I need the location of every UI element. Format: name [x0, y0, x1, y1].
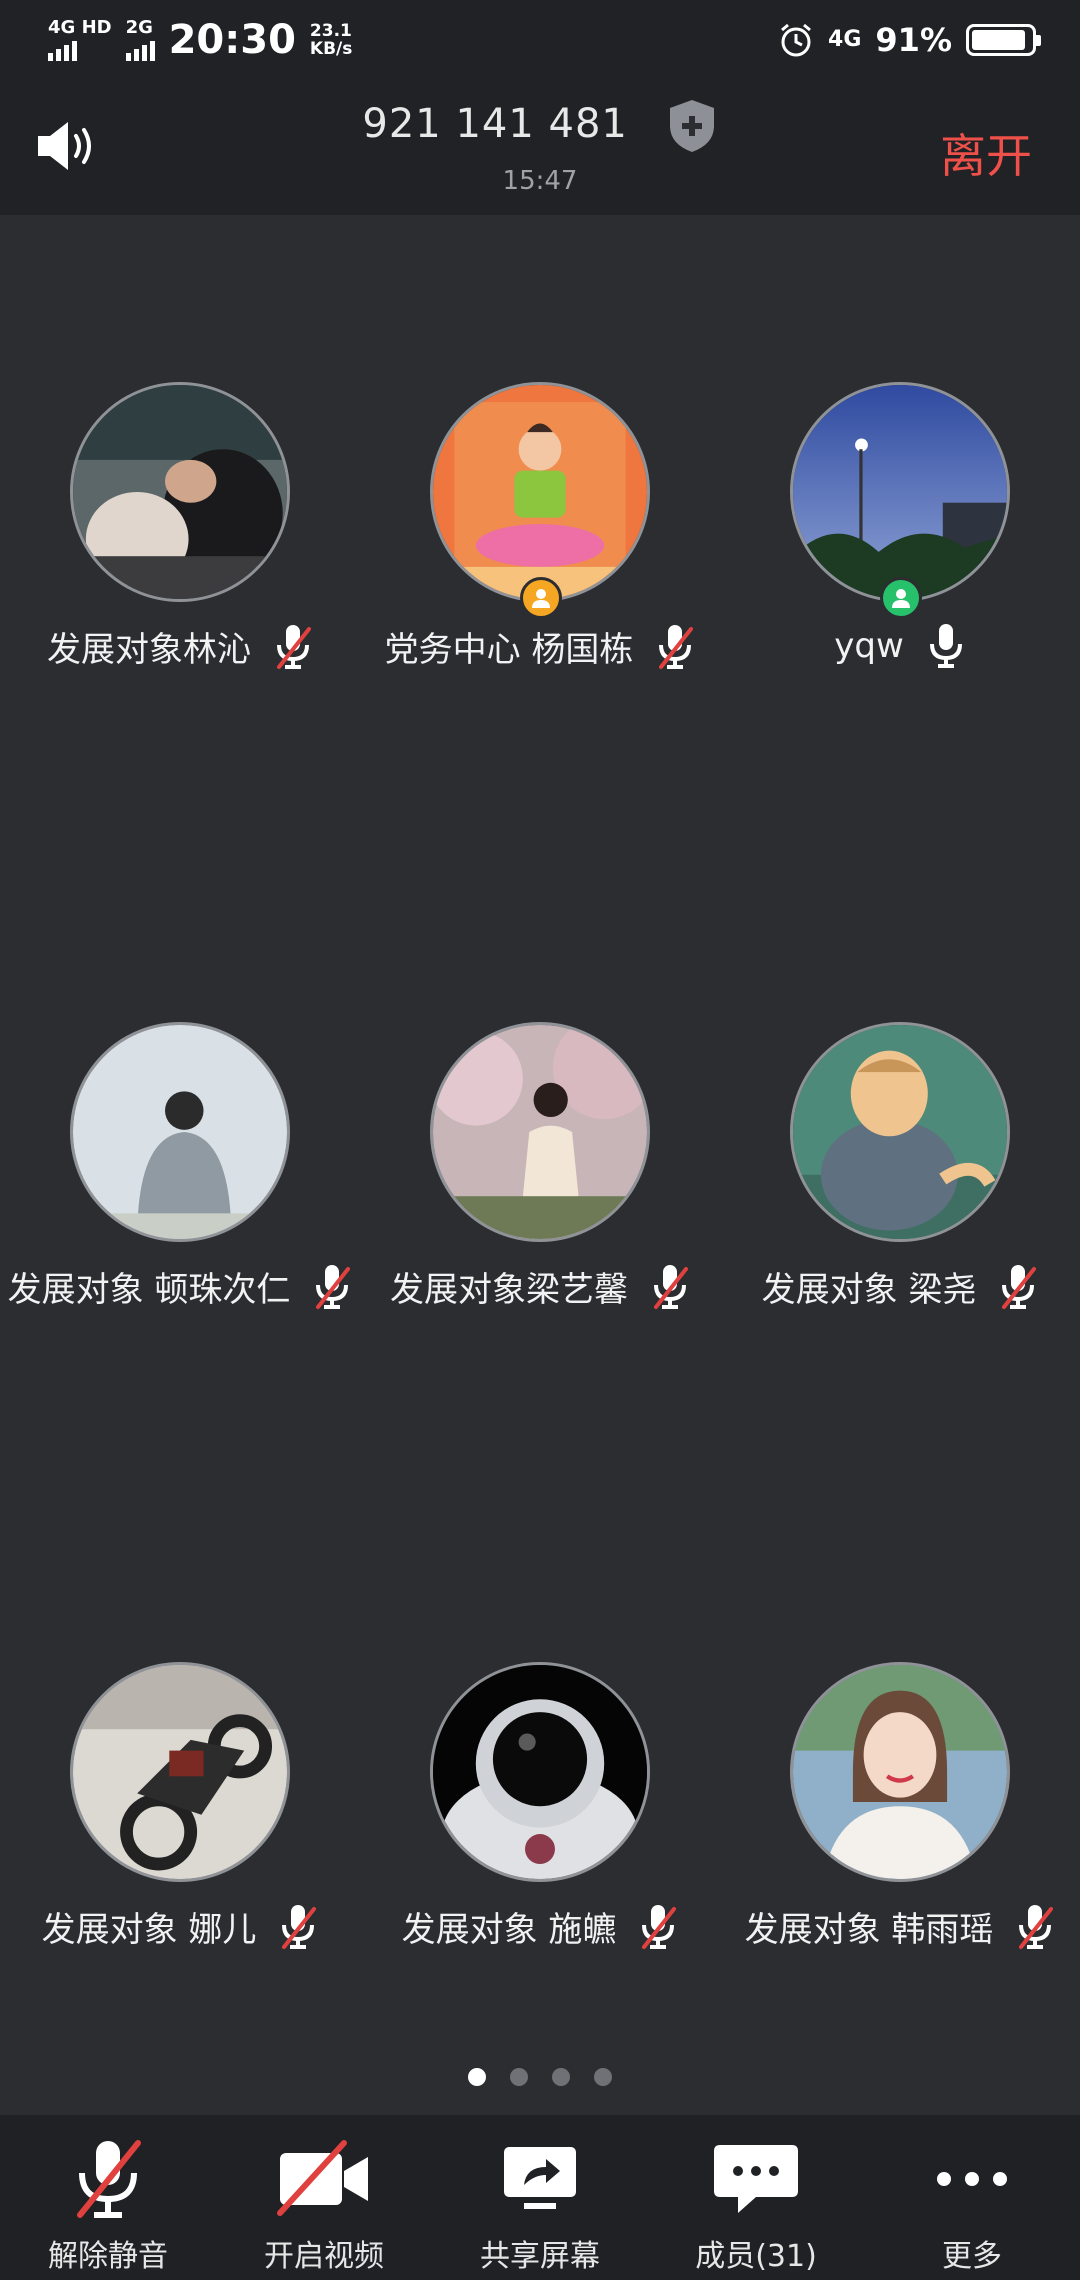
network-label: 2G	[125, 17, 153, 38]
network-speed: 23.1 KB/s	[310, 22, 352, 58]
participant-tile[interactable]: 发展对象 韩雨瑶	[720, 1662, 1080, 1962]
astronaut-avatar	[430, 1662, 650, 1882]
mic-active-icon	[929, 624, 962, 668]
participant-tile[interactable]: 发展对象 娜儿	[0, 1662, 360, 1962]
page-dot[interactable]	[510, 2068, 528, 2086]
mic-muted-icon	[659, 624, 694, 669]
bottom-toolbar: 解除静音 开启视频 共享屏幕 成员(31) 更多	[0, 2115, 1080, 2280]
person-back-avatar	[70, 1022, 290, 1242]
unmute-button[interactable]: 解除静音	[0, 2115, 216, 2280]
mic-muted-icon	[277, 624, 311, 669]
portrait-girl-avatar	[790, 1662, 1010, 1882]
participant-tile[interactable]: yqw	[720, 382, 1080, 682]
participant-tile[interactable]: 发展对象 梁尧	[720, 1022, 1080, 1322]
participant-name-row: 发展对象 施皫	[360, 1902, 720, 1951]
status-right: 4G 91%	[778, 14, 1041, 66]
signal-bars-icon	[48, 39, 77, 61]
network-indicator-1: 4G HD	[48, 19, 112, 61]
meeting-id-row[interactable]: 921 141 481	[0, 98, 1080, 154]
mic-muted-icon	[316, 1264, 351, 1309]
motorcycle-avatar	[70, 1662, 290, 1882]
status-time: 20:30	[168, 17, 296, 63]
host-badge-icon	[880, 577, 922, 619]
participant-name-row: 党务中心 杨国栋	[360, 622, 720, 671]
leave-button[interactable]: 离开	[940, 120, 1032, 186]
share-screen-icon	[504, 2147, 576, 2209]
participant-name: 发展对象 顿珠次仁	[7, 1270, 291, 1310]
participant-grid: 发展对象林沁 党务中心 杨国栋 yqw 发展对象 顿珠次仁 发展对象梁艺馨 发展…	[0, 215, 1080, 2065]
cohost-badge-icon	[520, 577, 562, 619]
chat-bubble-icon	[714, 2145, 798, 2213]
participant-tile[interactable]: 发展对象梁艺馨	[360, 1022, 720, 1322]
participant-tile[interactable]: 党务中心 杨国栋	[360, 382, 720, 682]
participant-name: yqw	[834, 626, 904, 666]
mic-muted-icon	[642, 1904, 677, 1949]
start-video-label: 开启视频	[264, 2239, 384, 2274]
battery-icon	[966, 24, 1041, 56]
participant-name-row: 发展对象林沁	[0, 622, 360, 671]
status-bar: 4G HD 2G 20:30 23.1 KB/s 4G 91%	[0, 0, 1080, 80]
signal-bars-icon	[125, 39, 155, 61]
mic-muted-icon	[77, 2140, 141, 2218]
participant-name-row: 发展对象梁艺馨	[360, 1262, 720, 1311]
members-label: 成员(31)	[695, 2239, 817, 2274]
participant-name-row: yqw	[720, 622, 1080, 670]
participant-name: 发展对象梁艺馨	[390, 1270, 628, 1310]
members-button[interactable]: 成员(31)	[648, 2115, 864, 2280]
video-off-icon	[277, 2140, 368, 2216]
participant-tile[interactable]: 发展对象 顿珠次仁	[0, 1022, 360, 1322]
page-dot[interactable]	[594, 2068, 612, 2086]
status-left: 4G HD 2G 20:30 23.1 KB/s	[48, 14, 352, 66]
battery-fill	[972, 30, 1025, 50]
meeting-duration: 15:47	[502, 166, 578, 196]
battery-percent: 91%	[875, 21, 952, 59]
cartoon-yoga-avatar	[430, 382, 650, 602]
more-dots-icon	[937, 2172, 1007, 2186]
more-button[interactable]: 更多	[864, 2115, 1080, 2280]
speed-value: 23.1	[309, 21, 352, 41]
more-label: 更多	[942, 2239, 1002, 2274]
network-label: 4G HD	[48, 17, 112, 38]
mic-muted-icon	[282, 1904, 317, 1949]
cartoon-man-avatar	[790, 1022, 1010, 1242]
participant-name-row: 发展对象 娜儿	[0, 1902, 360, 1951]
meeting-header: 921 141 481 15:47 离开	[0, 80, 1080, 215]
unmute-label: 解除静音	[48, 2239, 168, 2274]
participant-name: 发展对象 韩雨瑶	[744, 1910, 994, 1950]
night-street-avatar	[790, 382, 1010, 602]
meeting-id[interactable]: 921 141 481	[362, 101, 627, 147]
participant-name-row: 发展对象 顿珠次仁	[0, 1262, 360, 1311]
mic-muted-icon	[1002, 1264, 1037, 1309]
participant-name: 发展对象 梁尧	[761, 1270, 977, 1310]
page-dot[interactable]	[552, 2068, 570, 2086]
page-indicator[interactable]	[0, 2068, 1080, 2086]
participant-name-row: 发展对象 韩雨瑶	[720, 1902, 1080, 1951]
network-label-4g: 4G	[828, 27, 862, 52]
participant-name: 党务中心 杨国栋	[384, 630, 634, 670]
page-dot[interactable]	[468, 2068, 486, 2086]
participant-tile[interactable]: 发展对象 施皫	[360, 1662, 720, 1962]
participant-tile[interactable]: 发展对象林沁	[0, 382, 360, 682]
photo-avatar	[70, 382, 290, 602]
cherry-blossom-avatar	[430, 1022, 650, 1242]
participant-name: 发展对象 娜儿	[41, 1910, 257, 1950]
speed-unit: KB/s	[309, 39, 353, 59]
mic-muted-icon	[1019, 1904, 1054, 1949]
share-screen-button[interactable]: 共享屏幕	[432, 2115, 648, 2280]
start-video-button[interactable]: 开启视频	[216, 2115, 432, 2280]
share-screen-label: 共享屏幕	[480, 2239, 600, 2274]
security-shield-icon[interactable]	[666, 98, 718, 154]
participant-name: 发展对象 施皫	[401, 1910, 617, 1950]
network-indicator-2: 2G	[125, 17, 155, 61]
participant-name: 发展对象林沁	[47, 630, 251, 670]
participant-name-row: 发展对象 梁尧	[720, 1262, 1080, 1311]
mic-muted-icon	[654, 1264, 688, 1309]
alarm-icon	[781, 23, 811, 57]
